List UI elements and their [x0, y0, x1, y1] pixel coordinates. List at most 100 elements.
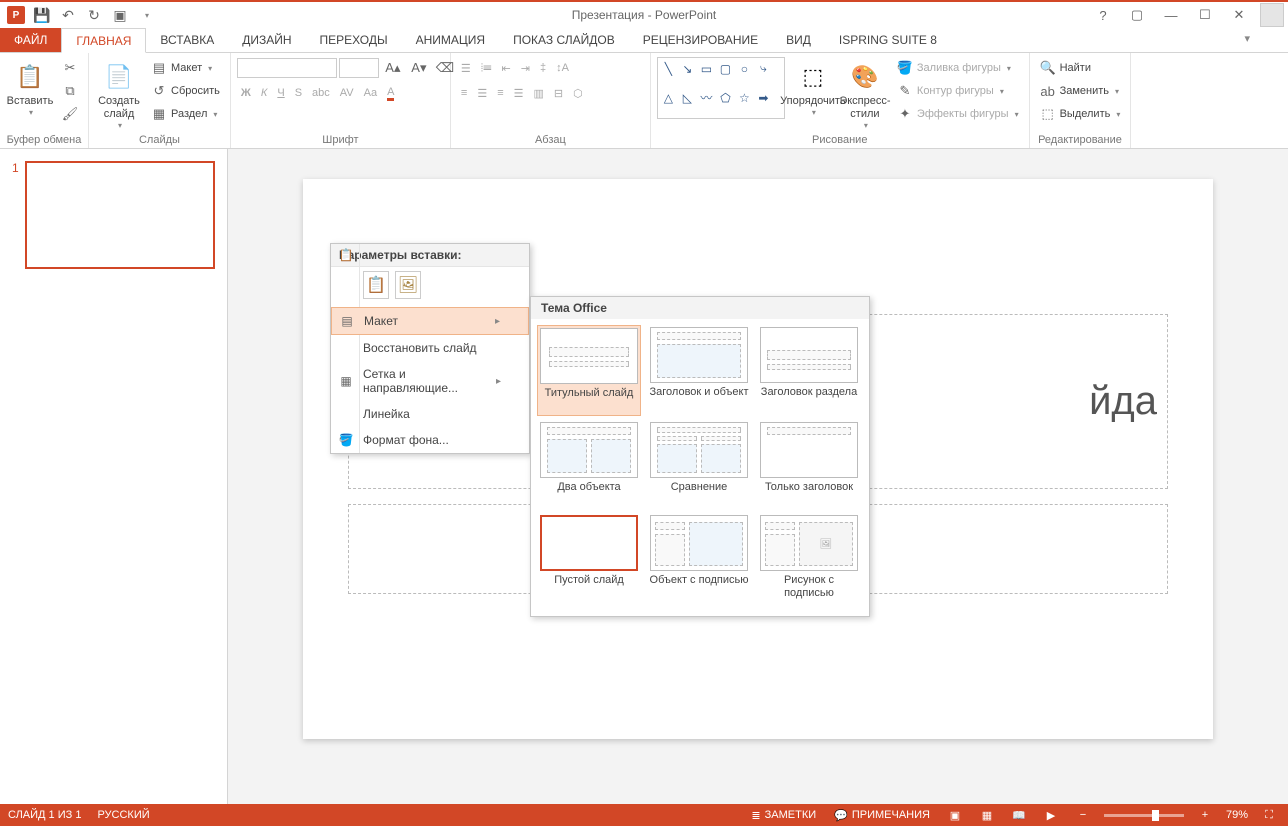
thumbnail-item[interactable]: 1: [12, 161, 215, 269]
tab-review[interactable]: РЕЦЕНЗИРОВАНИЕ: [629, 28, 772, 52]
ctx-layout[interactable]: ▤ Макет ▸: [331, 307, 529, 335]
layout-picture-caption[interactable]: 🖼 Рисунок с подписью: [757, 513, 861, 602]
ctx-grid-guides[interactable]: ▦ Сетка и направляющие... ▸: [331, 361, 529, 401]
tab-design[interactable]: ДИЗАЙН: [228, 28, 305, 52]
decrease-indent-button[interactable]: ⇤: [498, 57, 515, 79]
shape-freeform[interactable]: ⬠: [717, 89, 734, 106]
numbering-button[interactable]: ⦙☰: [477, 57, 496, 79]
shape-effects-button[interactable]: ✦Эффекты фигуры▾: [893, 103, 1023, 125]
font-family-select[interactable]: [237, 58, 337, 78]
ctx-ruler[interactable]: Линейка: [331, 401, 529, 427]
slide-editor[interactable]: йда 📋 Параметры вставки: 📋 🖼 ▤ Макет ▸ В…: [228, 149, 1288, 804]
close-button[interactable]: ✕: [1226, 5, 1252, 25]
notes-button[interactable]: ≣ЗАМЕТКИ: [747, 809, 820, 822]
line-spacing-button[interactable]: ‡: [536, 57, 550, 79]
increase-indent-button[interactable]: ⇥: [517, 57, 534, 79]
reading-view-button[interactable]: 📖: [1008, 806, 1030, 824]
layout-title-only[interactable]: Только заголовок: [757, 420, 861, 509]
slide-sorter-view-button[interactable]: ▦: [976, 806, 998, 824]
replace-button[interactable]: abЗаменить▾: [1036, 80, 1125, 102]
redo-button[interactable]: ↻: [82, 4, 106, 26]
increase-font-button[interactable]: A▴: [381, 57, 405, 79]
paste-picture-button[interactable]: 🖼: [395, 271, 421, 299]
layout-blank[interactable]: Пустой слайд: [537, 513, 641, 602]
layout-comparison[interactable]: Сравнение: [647, 420, 751, 509]
tab-home[interactable]: ГЛАВНАЯ: [61, 28, 146, 53]
layout-title-slide[interactable]: Титульный слайд: [537, 325, 641, 416]
ctx-format-background[interactable]: 🪣 Формат фона...: [331, 427, 529, 453]
start-from-beginning-button[interactable]: ▣: [108, 4, 132, 26]
font-color-button[interactable]: A: [383, 82, 398, 104]
maximize-button[interactable]: ☐: [1192, 5, 1218, 25]
normal-view-button[interactable]: ▣: [944, 806, 966, 824]
zoom-slider-thumb[interactable]: [1152, 810, 1159, 821]
comments-button[interactable]: 💬ПРИМЕЧАНИЯ: [830, 809, 934, 822]
app-icon[interactable]: P: [4, 4, 28, 26]
columns-button[interactable]: ▥: [530, 82, 548, 104]
layout-title-content[interactable]: Заголовок и объект: [647, 325, 751, 416]
text-direction-button[interactable]: ↕A: [552, 57, 573, 79]
zoom-level[interactable]: 79%: [1226, 809, 1248, 821]
tab-ispring[interactable]: ISPRING SUITE 8: [825, 28, 951, 52]
tab-insert[interactable]: ВСТАВКА: [146, 28, 228, 52]
select-button[interactable]: ⬚Выделить▾: [1036, 103, 1125, 125]
thumbnail-pane[interactable]: 1: [0, 149, 228, 804]
ctx-restore-slide[interactable]: Восстановить слайд: [331, 335, 529, 361]
format-painter-button[interactable]: 🖌: [58, 103, 82, 125]
thumbnail-preview[interactable]: [25, 161, 215, 269]
shapes-gallery[interactable]: ╲ ↘ ▭ ▢ ○ ⤷ △ ◺ 〰 ⬠ ☆ ➡: [657, 57, 785, 119]
bullets-button[interactable]: ☰: [457, 57, 475, 79]
shape-line-arrow[interactable]: ↘: [679, 60, 696, 77]
tab-view[interactable]: ВИД: [772, 28, 825, 52]
help-button[interactable]: ?: [1090, 5, 1116, 25]
layout-section-header[interactable]: Заголовок раздела: [757, 325, 861, 416]
align-right-button[interactable]: ≡: [493, 82, 507, 104]
align-text-button[interactable]: ⊟: [550, 82, 567, 104]
collapse-ribbon-button[interactable]: ▾: [1244, 32, 1250, 45]
zoom-out-button[interactable]: −: [1072, 806, 1094, 824]
tab-animations[interactable]: АНИМАЦИЯ: [402, 28, 499, 52]
slideshow-view-button[interactable]: ▶: [1040, 806, 1062, 824]
shape-oval[interactable]: ○: [736, 60, 753, 77]
paste-button[interactable]: 📋 Вставить ▾: [6, 57, 54, 134]
arrange-button[interactable]: ⬚ Упорядочить ▾: [789, 57, 837, 134]
new-slide-button[interactable]: 📄 Создать слайд ▾: [95, 57, 143, 134]
copy-button[interactable]: ⧉: [58, 80, 82, 102]
section-button[interactable]: ▦Раздел▾: [147, 103, 224, 125]
char-spacing-button[interactable]: AV: [336, 82, 358, 104]
find-button[interactable]: 🔍Найти: [1036, 57, 1125, 79]
tab-file[interactable]: ФАЙЛ: [0, 28, 61, 52]
paste-keep-formatting-button[interactable]: 📋: [363, 271, 389, 299]
layout-button[interactable]: ▤Макет▾: [147, 57, 224, 79]
shape-right-triangle[interactable]: ◺: [679, 89, 696, 106]
shape-line[interactable]: ╲: [660, 60, 677, 77]
shape-fill-button[interactable]: 🪣Заливка фигуры▾: [893, 57, 1023, 79]
change-case-button[interactable]: Aa: [360, 82, 381, 104]
zoom-slider[interactable]: [1104, 814, 1184, 817]
shape-arrow-right[interactable]: ➡: [755, 89, 772, 106]
language-indicator[interactable]: РУССКИЙ: [97, 809, 149, 821]
shape-rounded-rect[interactable]: ▢: [717, 60, 734, 77]
tab-transitions[interactable]: ПЕРЕХОДЫ: [306, 28, 402, 52]
qat-customize-button[interactable]: ▾: [134, 4, 158, 26]
layout-content-caption[interactable]: Объект с подписью: [647, 513, 751, 602]
layout-two-content[interactable]: Два объекта: [537, 420, 641, 509]
shape-rect[interactable]: ▭: [698, 60, 715, 77]
shape-triangle[interactable]: △: [660, 89, 677, 106]
zoom-in-button[interactable]: +: [1194, 806, 1216, 824]
fit-to-window-button[interactable]: ⛶: [1258, 806, 1280, 824]
shadow-button[interactable]: S: [291, 82, 306, 104]
ribbon-display-options-button[interactable]: ▢: [1124, 5, 1150, 25]
shape-curve[interactable]: 〰: [698, 89, 715, 106]
quick-styles-button[interactable]: 🎨 Экспресс-стили ▾: [841, 57, 889, 134]
bold-button[interactable]: Ж: [237, 82, 255, 104]
strikethrough-button[interactable]: abc: [308, 82, 334, 104]
shape-outline-button[interactable]: ✎Контур фигуры▾: [893, 80, 1023, 102]
justify-button[interactable]: ☰: [510, 82, 528, 104]
shape-connector[interactable]: ⤷: [755, 60, 772, 77]
cut-button[interactable]: ✂: [58, 57, 82, 79]
italic-button[interactable]: К: [257, 82, 271, 104]
underline-button[interactable]: Ч: [273, 82, 288, 104]
tab-slideshow[interactable]: ПОКАЗ СЛАЙДОВ: [499, 28, 629, 52]
shape-star[interactable]: ☆: [736, 89, 753, 106]
